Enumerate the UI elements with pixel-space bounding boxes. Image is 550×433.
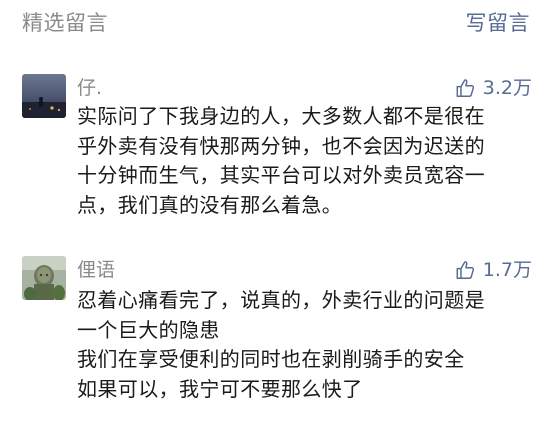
section-title: 精选留言 <box>22 11 108 35</box>
comment-item: 俚语 1.7万 忍着心痛看完了，说真的，外卖行业的问题是 一个巨大的隐患 我们在… <box>0 252 550 422</box>
comment-line: 点，我们真的没有那么着急。 <box>77 192 343 217</box>
comment-line: 忍着心痛看完了，说真的，外卖行业的问题是 <box>77 288 485 312</box>
thumbs-up-icon <box>456 79 474 97</box>
like-count: 3.2万 <box>482 77 532 99</box>
write-comment-link[interactable]: 写留言 <box>466 10 531 36</box>
comment-item: 仔. 3.2万 实际问了下我身边的人，大多数人都不是很在 乎外卖有没有快那两分钟… <box>0 70 550 230</box>
comment-line: 乎外卖有没有快那两分钟，也不会因为迟送的 <box>77 133 485 158</box>
comment-author[interactable]: 仔. <box>77 76 102 100</box>
comments-header: 精选留言 写留言 <box>0 0 550 48</box>
comment-line: 十分钟而生气，其实平台可以对外卖员宽容一 <box>77 163 485 187</box>
avatar[interactable] <box>22 256 66 300</box>
comment-author[interactable]: 俚语 <box>77 258 115 282</box>
like-button[interactable]: 1.7万 <box>455 258 532 282</box>
comment-text: 忍着心痛看完了，说真的，外卖行业的问题是 一个巨大的隐患 我们在享受便利的同时也… <box>77 286 532 404</box>
comment-line: 我们在享受便利的同时也在剥削骑手的安全 <box>77 347 465 371</box>
like-count: 1.7万 <box>482 259 532 281</box>
avatar[interactable] <box>22 74 66 118</box>
comments-page: 精选留言 写留言 仔. 3.2万 实际问了下我身边的人，大多数人都不是很在 乎外… <box>0 0 550 433</box>
comment-line: 实际问了下我身边的人，大多数人都不是很在 <box>77 104 485 128</box>
avatar-statue-image <box>22 256 66 300</box>
avatar-night-scene-image <box>22 74 66 118</box>
comment-line: 一个巨大的隐患 <box>77 317 220 342</box>
comment-text: 实际问了下我身边的人，大多数人都不是很在 乎外卖有没有快那两分钟，也不会因为迟送… <box>77 102 532 220</box>
thumbs-up-icon <box>456 261 474 279</box>
comment-line: 如果可以，我宁可不要那么快了 <box>77 376 363 401</box>
like-button[interactable]: 3.2万 <box>455 76 532 100</box>
